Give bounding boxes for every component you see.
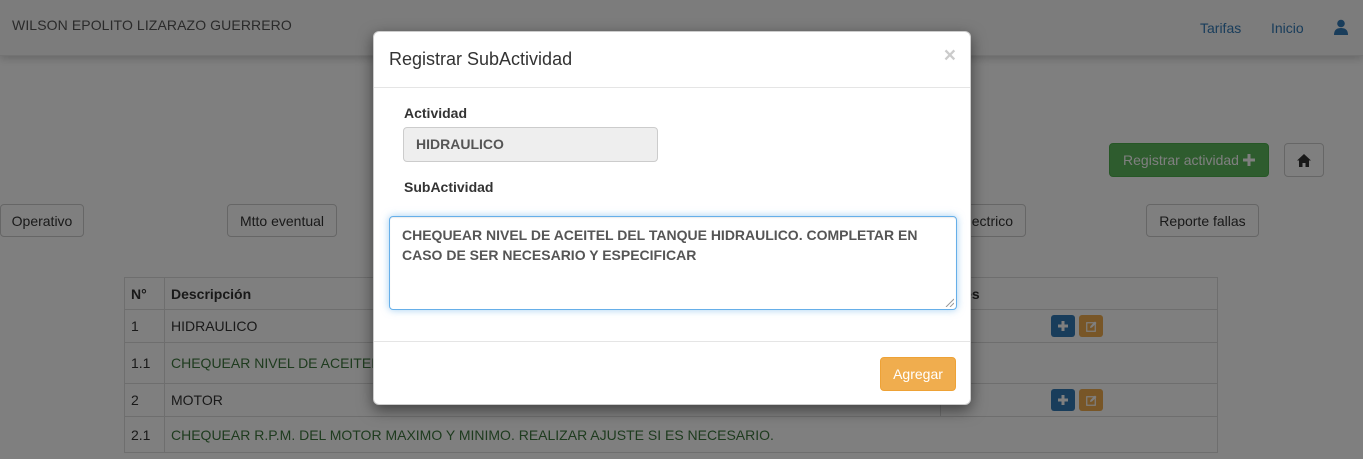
actividad-field: HIDRAULICO xyxy=(403,127,658,162)
registrar-subactividad-modal: Registrar SubActividad × Actividad HIDRA… xyxy=(373,31,971,405)
modal-title: Registrar SubActividad xyxy=(389,49,573,69)
agregar-button[interactable]: Agregar xyxy=(880,357,956,391)
subactividad-text: CHEQUEAR NIVEL DE ACEITEL DEL TANQUE HID… xyxy=(402,227,918,263)
modal-footer: Agregar xyxy=(374,341,970,406)
subactividad-label: SubActividad xyxy=(404,179,494,195)
close-icon[interactable]: × xyxy=(944,45,956,66)
subactividad-textarea[interactable]: CHEQUEAR NIVEL DE ACEITEL DEL TANQUE HID… xyxy=(389,216,957,310)
modal-header: Registrar SubActividad × xyxy=(374,32,970,88)
actividad-label: Actividad xyxy=(404,105,468,121)
resize-grip-icon[interactable] xyxy=(945,298,954,307)
